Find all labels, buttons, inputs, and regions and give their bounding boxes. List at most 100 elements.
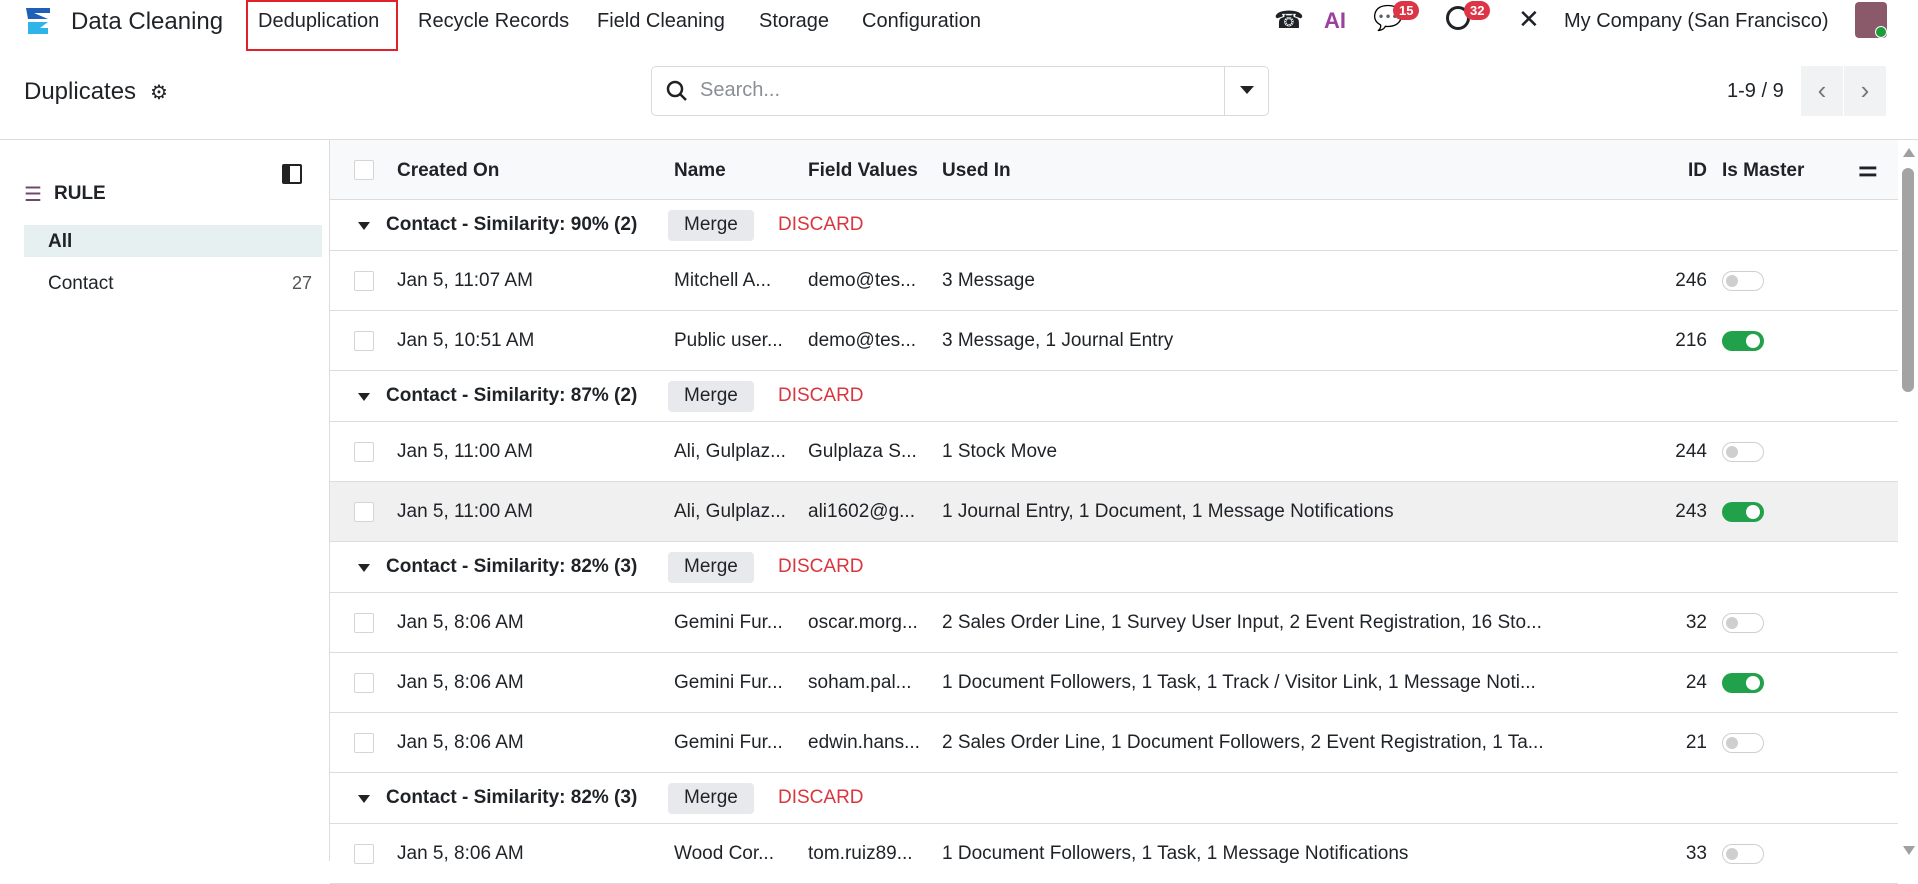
table-row[interactable]: Jan 5, 8:06 AM Gemini Fur... edwin.hans.…	[330, 713, 1898, 773]
sidebar-header: RULE	[54, 183, 106, 204]
row-checkbox[interactable]	[354, 613, 374, 633]
discard-button[interactable]: DISCARD	[778, 787, 864, 809]
table-header: Created On Name Field Values Used In ID …	[330, 140, 1898, 200]
row-checkbox[interactable]	[354, 331, 374, 351]
row-checkbox[interactable]	[354, 442, 374, 462]
caret-down-icon[interactable]	[358, 795, 370, 803]
company-switcher[interactable]: My Company (San Francisco)	[1564, 10, 1829, 33]
field-values-cell: tom.ruiz89...	[808, 843, 913, 864]
is-master-toggle[interactable]	[1722, 733, 1764, 753]
group-label: Contact - Similarity: 82% (3)	[386, 556, 638, 577]
created-on-cell: Jan 5, 11:00 AM	[397, 441, 533, 462]
pager-value[interactable]: 1-9 / 9	[1727, 80, 1784, 103]
row-checkbox[interactable]	[354, 844, 374, 864]
row-checkbox[interactable]	[354, 271, 374, 291]
column-name[interactable]: Name	[674, 160, 726, 182]
id-cell: 33	[1685, 843, 1707, 864]
top-navbar: Data Cleaning Deduplication Recycle Reco…	[0, 0, 1918, 51]
scroll-down-icon[interactable]	[1903, 846, 1915, 855]
online-status-icon	[1875, 26, 1887, 38]
sidebar-item-all[interactable]: All	[24, 225, 322, 257]
app-name[interactable]: Data Cleaning	[71, 8, 223, 36]
used-in-cell: 2 Sales Order Line, 1 Document Followers…	[942, 732, 1544, 753]
is-master-toggle[interactable]	[1722, 673, 1764, 693]
is-master-toggle[interactable]	[1722, 271, 1764, 291]
is-master-toggle[interactable]	[1722, 502, 1764, 522]
row-checkbox[interactable]	[354, 733, 374, 753]
search-input[interactable]	[700, 79, 1180, 102]
select-all-checkbox[interactable]	[354, 160, 374, 180]
id-cell: 21	[1685, 732, 1707, 753]
merge-button[interactable]: Merge	[668, 381, 754, 412]
table-row[interactable]: Jan 5, 11:07 AM Mitchell A... demo@tes..…	[330, 251, 1898, 311]
toggle-sidebar-icon[interactable]	[282, 164, 302, 184]
created-on-cell: Jan 5, 11:07 AM	[397, 270, 533, 291]
table-row[interactable]: Jan 5, 11:00 AM Ali, Gulplaz... ali1602@…	[330, 482, 1898, 542]
merge-button[interactable]: Merge	[668, 783, 754, 814]
table-row[interactable]: Jan 5, 8:06 AM Wood Cor... tom.ruiz89...…	[330, 824, 1898, 884]
column-settings-icon[interactable]: ⚌	[1858, 156, 1878, 182]
column-used-in[interactable]: Used In	[942, 160, 1011, 182]
menu-recycle-records[interactable]: Recycle Records	[418, 10, 569, 33]
caret-down-icon[interactable]	[358, 222, 370, 230]
is-master-toggle[interactable]	[1722, 442, 1764, 462]
discard-button[interactable]: DISCARD	[778, 556, 864, 578]
user-avatar[interactable]	[1855, 2, 1887, 38]
scrollbar[interactable]	[1898, 140, 1918, 861]
used-in-cell: 1 Document Followers, 1 Task, 1 Message …	[942, 843, 1409, 864]
id-cell: 243	[1675, 501, 1707, 522]
group-row[interactable]: Contact - Similarity: 82% (3) Merge DISC…	[330, 542, 1898, 593]
name-cell: Wood Cor...	[674, 843, 774, 864]
field-values-cell: ali1602@g...	[808, 501, 915, 522]
menu-field-cleaning[interactable]: Field Cleaning	[597, 10, 725, 33]
column-field-values[interactable]: Field Values	[808, 160, 918, 182]
search-options-toggle[interactable]	[1224, 67, 1268, 115]
group-row[interactable]: Contact - Similarity: 82% (3) Merge DISC…	[330, 773, 1898, 824]
group-row[interactable]: Contact - Similarity: 87% (2) Merge DISC…	[330, 371, 1898, 422]
used-in-cell: 1 Journal Entry, 1 Document, 1 Message N…	[942, 501, 1394, 522]
field-values-cell: Gulplaza S...	[808, 441, 917, 462]
id-cell: 216	[1675, 330, 1707, 351]
search-box	[651, 66, 1269, 116]
name-cell: Mitchell A...	[674, 270, 772, 291]
table-row[interactable]: Jan 5, 10:51 AM Public user... demo@tes.…	[330, 311, 1898, 371]
sidebar-item-contact[interactable]: Contact 27	[24, 268, 322, 300]
sidebar-item-label: Contact	[48, 273, 114, 294]
caret-down-icon[interactable]	[358, 393, 370, 401]
is-master-toggle[interactable]	[1722, 331, 1764, 351]
column-is-master[interactable]: Is Master	[1722, 160, 1804, 182]
phone-icon[interactable]: ☎	[1274, 6, 1304, 35]
table-row[interactable]: Jan 5, 8:06 AM Gemini Fur... soham.pal..…	[330, 653, 1898, 713]
discard-button[interactable]: DISCARD	[778, 214, 864, 236]
column-created-on[interactable]: Created On	[397, 160, 499, 182]
merge-button[interactable]: Merge	[668, 552, 754, 583]
name-cell: Gemini Fur...	[674, 612, 783, 633]
is-master-toggle[interactable]	[1722, 613, 1764, 633]
tools-icon[interactable]: ✕	[1518, 4, 1540, 35]
app-logo-icon[interactable]	[24, 6, 52, 36]
pager-previous-button[interactable]: ‹	[1801, 66, 1843, 116]
name-cell: Ali, Gulplaz...	[674, 441, 786, 462]
scrollbar-thumb[interactable]	[1902, 168, 1914, 392]
scroll-up-icon[interactable]	[1903, 148, 1915, 157]
discard-button[interactable]: DISCARD	[778, 385, 864, 407]
page-title: Duplicates	[24, 78, 137, 105]
menu-configuration[interactable]: Configuration	[862, 10, 981, 33]
merge-button[interactable]: Merge	[668, 210, 754, 241]
pager-next-button[interactable]: ›	[1844, 66, 1886, 116]
used-in-cell: 3 Message	[942, 270, 1035, 291]
menu-storage[interactable]: Storage	[759, 10, 829, 33]
table-row[interactable]: Jan 5, 8:06 AM Gemini Fur... oscar.morg.…	[330, 593, 1898, 653]
column-id[interactable]: ID	[1688, 160, 1707, 182]
used-in-cell: 1 Document Followers, 1 Task, 1 Track / …	[942, 672, 1536, 693]
group-row[interactable]: Contact - Similarity: 90% (2) Merge DISC…	[330, 200, 1898, 251]
caret-down-icon[interactable]	[358, 564, 370, 572]
row-checkbox[interactable]	[354, 673, 374, 693]
row-checkbox[interactable]	[354, 502, 374, 522]
ai-icon[interactable]: AI	[1324, 8, 1346, 34]
is-master-toggle[interactable]	[1722, 844, 1764, 864]
table-row[interactable]: Jan 5, 11:00 AM Ali, Gulplaz... Gulplaza…	[330, 422, 1898, 482]
messages-badge: 15	[1393, 1, 1420, 20]
created-on-cell: Jan 5, 8:06 AM	[397, 843, 524, 864]
gear-icon[interactable]: ⚙	[150, 80, 168, 105]
